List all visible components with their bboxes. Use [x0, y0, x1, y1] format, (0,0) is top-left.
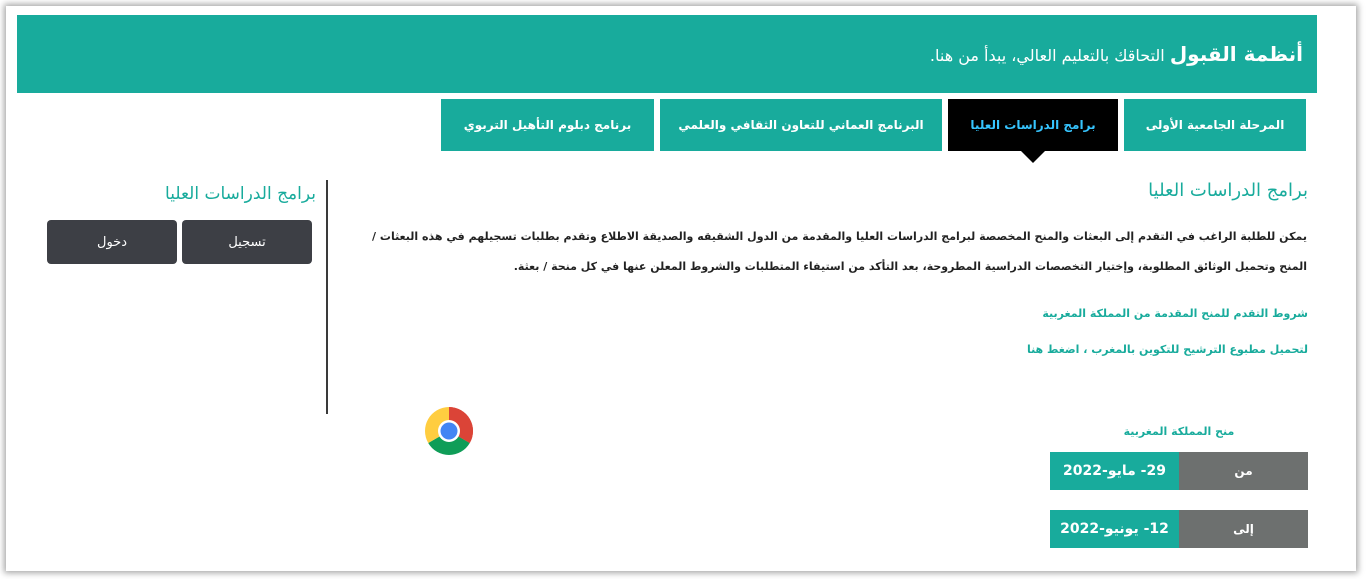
scholarship-caption: منح المملكة المغربية	[1123, 425, 1235, 438]
section-title: برامج الدراسات العليا	[1148, 180, 1308, 201]
date-from-label: من	[1179, 452, 1308, 490]
chrome-icon	[425, 407, 473, 455]
tab-education-diploma[interactable]: برنامج دبلوم التأهيل التربوي	[441, 99, 654, 151]
header-banner: أنظمة القبول التحاقك بالتعليم العالي، يب…	[17, 15, 1317, 93]
register-button[interactable]: تسجيل	[182, 220, 312, 264]
conditions-link[interactable]: شروط التقدم للمنح المقدمة من المملكة الم…	[1042, 307, 1308, 320]
section-description: يمكن للطلبة الراغب في التقدم إلى البعثات…	[372, 230, 1307, 273]
date-to-label: إلى	[1179, 510, 1308, 548]
date-from-value: 29- مايو-2022	[1050, 452, 1179, 490]
active-tab-arrow	[1021, 151, 1045, 163]
sidebar-divider	[326, 180, 328, 414]
download-form-link[interactable]: لتحميل مطبوع الترشيح للتكوين بالمغرب ، ا…	[1027, 343, 1308, 356]
sidebar-title: برامج الدراسات العليا	[165, 184, 316, 204]
tab-undergraduate[interactable]: المرحلة الجامعية الأولى	[1124, 99, 1306, 151]
date-to-value: 12- يونيو-2022	[1050, 510, 1179, 548]
login-button[interactable]: دخول	[47, 220, 177, 264]
header-title-rest: التحاقك بالتعليم العالي، يبدأ من هنا.	[929, 46, 1170, 65]
header-title-bold: أنظمة القبول	[1169, 42, 1303, 66]
tab-postgraduate[interactable]: برامج الدراسات العليا	[948, 99, 1118, 151]
header-title: أنظمة القبول التحاقك بالتعليم العالي، يب…	[930, 42, 1303, 66]
tab-omani-cooperation[interactable]: البرنامج العماني للتعاون الثقافي والعلمي	[660, 99, 942, 151]
